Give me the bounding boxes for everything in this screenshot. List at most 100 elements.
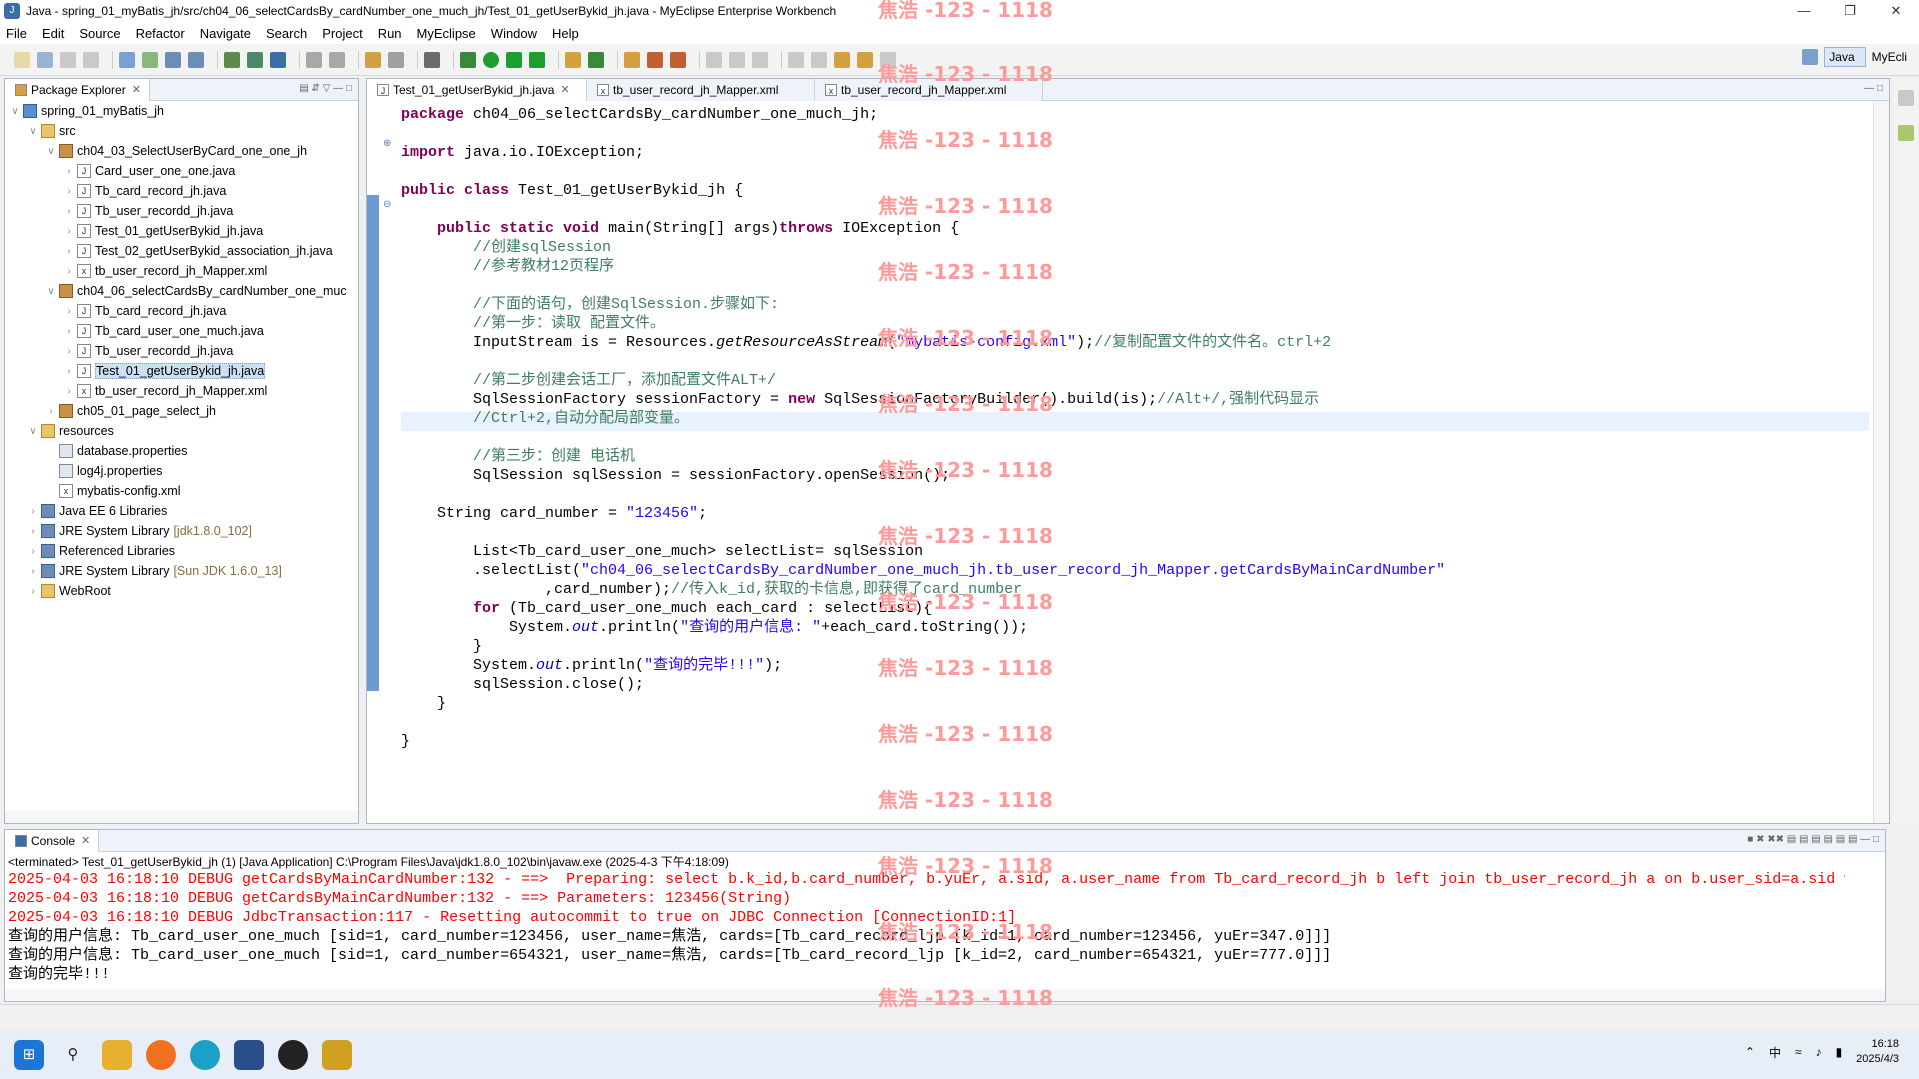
tree-item[interactable]: › Java EE 6 Libraries: [27, 501, 167, 521]
tab-mapper-xml-1[interactable]: x tb_user_record_jh_Mapper.xml: [587, 78, 815, 101]
editor-view-controls[interactable]: — □: [1864, 83, 1883, 94]
collapsed-arrow-icon[interactable]: ›: [63, 186, 75, 197]
console-toolbar[interactable]: ■ ✖ ✖✖ ▤ ▤ ▤ ▤ ▤ ▤ — □: [1747, 834, 1879, 845]
tree-item[interactable]: ∨ ch04_03_SelectUserByCard_one_one_jh: [45, 141, 307, 161]
tree-item[interactable]: › J Tb_card_user_one_much.java: [63, 321, 264, 341]
search-icon[interactable]: ⚲: [58, 1040, 88, 1070]
new-icon[interactable]: [14, 51, 30, 68]
view-controls[interactable]: ▤ ⇵ ▽ — □: [299, 83, 352, 94]
search-tool-icon[interactable]: [647, 51, 663, 68]
perspective-java[interactable]: Java: [1824, 47, 1866, 67]
expanded-arrow-icon[interactable]: ∨: [45, 146, 57, 157]
run-icon[interactable]: [483, 51, 499, 68]
back-icon[interactable]: [857, 51, 873, 68]
menu-search[interactable]: Search: [266, 26, 307, 41]
file-explorer-icon[interactable]: [102, 1040, 132, 1070]
console-horizontal-scrollbar[interactable]: [5, 989, 1885, 1001]
close-icon[interactable]: ✕: [81, 834, 90, 847]
menu-edit[interactable]: Edit: [42, 26, 64, 41]
collapsed-arrow-icon[interactable]: ›: [63, 226, 75, 237]
myeclipse-taskbar-icon[interactable]: [234, 1040, 264, 1070]
open-type-icon[interactable]: [247, 51, 263, 68]
tree-item[interactable]: › J Tb_user_recordd_jh.java: [63, 201, 233, 221]
tree-item[interactable]: ∨ ch04_06_selectCardsBy_cardNumber_one_mu…: [45, 281, 347, 301]
firefox-icon[interactable]: [146, 1040, 176, 1070]
server-icon[interactable]: [165, 51, 181, 68]
expanded-arrow-icon[interactable]: ∨: [27, 126, 39, 137]
collapsed-arrow-icon[interactable]: ›: [63, 306, 75, 317]
whitespace-icon[interactable]: [729, 51, 745, 68]
fold-collapse-icon[interactable]: ⊖: [383, 199, 391, 210]
show-block-icon[interactable]: [752, 51, 768, 68]
tree-item[interactable]: › x tb_user_record_jh_Mapper.xml: [63, 261, 267, 281]
new-java-project-icon[interactable]: [365, 51, 381, 68]
battery-icon[interactable]: ▮: [1836, 1045, 1843, 1059]
expanded-arrow-icon[interactable]: ∨: [45, 286, 57, 297]
new-project-icon[interactable]: [119, 51, 135, 68]
tree-item[interactable]: › WebRoot: [27, 581, 111, 601]
next-annotation-icon[interactable]: [788, 51, 804, 68]
tree-item[interactable]: › J Tb_user_recordd_jh.java: [63, 341, 233, 361]
open-perspective-icon[interactable]: [1802, 49, 1819, 65]
tab-package-explorer[interactable]: Package Explorer ✕: [5, 78, 150, 101]
fold-expand-icon[interactable]: ⊕: [383, 138, 391, 149]
close-button[interactable]: ✕: [1873, 0, 1919, 22]
close-icon[interactable]: ✕: [132, 83, 141, 96]
debug-icon[interactable]: [460, 51, 476, 68]
ime-indicator[interactable]: 中: [1769, 1044, 1781, 1061]
last-edit-icon[interactable]: [834, 51, 850, 68]
tree-item[interactable]: database.properties: [45, 441, 188, 461]
tree-item[interactable]: › J Tb_card_record_jh.java: [63, 181, 226, 201]
save-icon[interactable]: [37, 51, 53, 68]
tab-console[interactable]: Console ✕: [5, 829, 100, 852]
tree-item[interactable]: › Referenced Libraries: [27, 541, 175, 561]
tree-item[interactable]: ∨ src: [27, 121, 76, 141]
menu-refactor[interactable]: Refactor: [136, 26, 185, 41]
chevron-up-icon[interactable]: ⌃: [1745, 1045, 1755, 1059]
tree-item[interactable]: log4j.properties: [45, 461, 162, 481]
tree-item[interactable]: › J Tb_card_record_jh.java: [63, 301, 226, 321]
qq-icon[interactable]: [278, 1040, 308, 1070]
wifi-icon[interactable]: ≈: [1795, 1045, 1802, 1059]
volume-icon[interactable]: ♪: [1816, 1045, 1822, 1059]
close-icon[interactable]: ✕: [560, 83, 569, 96]
tree-item[interactable]: › x tb_user_record_jh_Mapper.xml: [63, 381, 267, 401]
tree-item[interactable]: › J Test_02_getUserBykid_association_jh.ja…: [63, 241, 333, 261]
tree-item[interactable]: x mybatis-config.xml: [45, 481, 181, 501]
editor-vertical-scrollbar[interactable]: [1873, 101, 1889, 823]
open-task-icon[interactable]: [624, 51, 640, 68]
collapsed-arrow-icon[interactable]: ›: [63, 206, 75, 217]
edge-icon[interactable]: [190, 1040, 220, 1070]
server-run-icon[interactable]: [188, 51, 204, 68]
tree-item[interactable]: ∨ spring_01_myBatis_jh: [9, 101, 164, 121]
perspective-myeclipse[interactable]: MyEcli: [1872, 50, 1913, 64]
collapsed-arrow-icon[interactable]: ›: [63, 246, 75, 257]
collapsed-arrow-icon[interactable]: ›: [45, 406, 57, 417]
collapsed-arrow-icon[interactable]: ›: [27, 506, 39, 517]
tab-test-01-java[interactable]: J Test_01_getUserBykid_jh.java ✕: [367, 78, 587, 101]
tree-item[interactable]: ∨ resources: [27, 421, 114, 441]
external-tools-icon[interactable]: [529, 51, 545, 68]
forward-icon[interactable]: [880, 51, 896, 68]
tool-app-icon[interactable]: [322, 1040, 352, 1070]
menu-window[interactable]: Window: [491, 26, 537, 41]
tree-item[interactable]: › JRE System Library [Sun JDK 1.6.0_13]: [27, 561, 282, 581]
refresh-icon[interactable]: [588, 51, 604, 68]
menu-source[interactable]: Source: [79, 26, 120, 41]
menu-file[interactable]: File: [6, 26, 27, 41]
browser-icon[interactable]: [270, 51, 286, 68]
maximize-button[interactable]: ❐: [1827, 0, 1873, 22]
collapsed-arrow-icon[interactable]: ›: [27, 566, 39, 577]
console-output[interactable]: 2025-04-03 16:18:10 DEBUG getCardsByMain…: [8, 870, 1845, 984]
menu-project[interactable]: Project: [322, 26, 362, 41]
collapsed-arrow-icon[interactable]: ›: [63, 166, 75, 177]
expanded-arrow-icon[interactable]: ∨: [27, 426, 39, 437]
explorer-horizontal-scrollbar[interactable]: [5, 811, 358, 823]
tab-mapper-xml-2[interactable]: x tb_user_record_jh_Mapper.xml: [815, 78, 1043, 101]
tree-item[interactable]: › ch05_01_page_select_jh: [45, 401, 216, 421]
toggle-block-icon[interactable]: [329, 51, 345, 68]
run-coverage-icon[interactable]: [506, 51, 522, 68]
db-icon[interactable]: [670, 51, 686, 68]
menu-run[interactable]: Run: [378, 26, 402, 41]
deploy-icon[interactable]: [142, 51, 158, 68]
